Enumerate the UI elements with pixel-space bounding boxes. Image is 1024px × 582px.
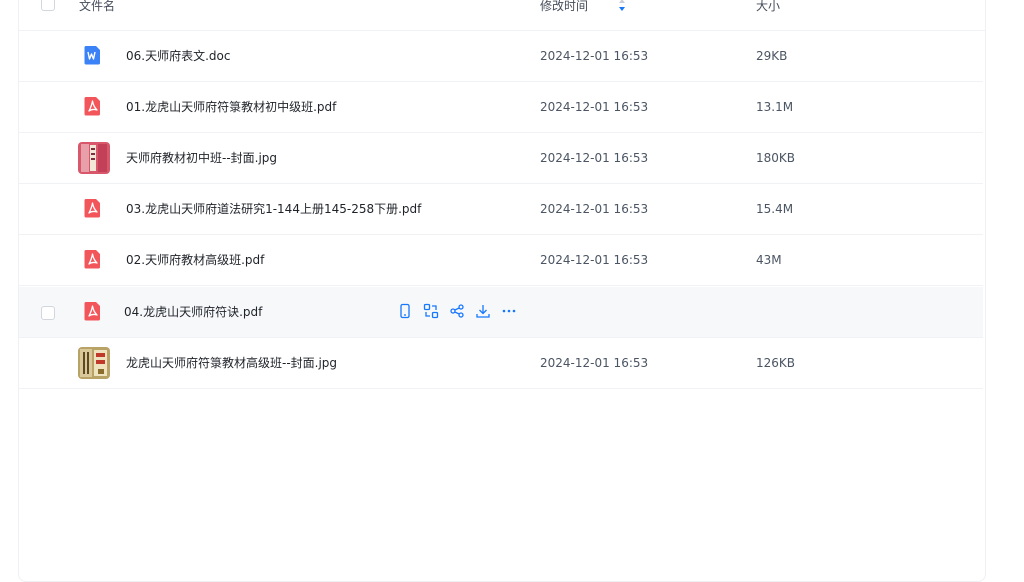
file-name[interactable]: 04.龙虎山天师府符诀.pdf	[124, 304, 262, 320]
column-header-name[interactable]: 文件名	[79, 0, 115, 14]
table-row[interactable]: 02.天师府教材高级班.pdf 2024-12-01 16:53 43M	[19, 235, 983, 286]
table-row[interactable]: 03.龙虎山天师府道法研究1-144上册145-258下册.pdf 2024-1…	[19, 184, 983, 235]
table-row[interactable]: 龙虎山天师府符箓教材高级班--封面.jpg 2024-12-01 16:53 1…	[19, 338, 983, 389]
row-checkbox[interactable]	[41, 306, 55, 320]
phone-icon[interactable]	[397, 303, 413, 319]
pdf-icon	[84, 302, 100, 321]
file-name[interactable]: 06.天师府表文.doc	[126, 48, 230, 64]
word-icon	[84, 46, 100, 65]
table-row[interactable]: 01.龙虎山天师府符箓教材初中级班.pdf 2024-12-01 16:53 1…	[19, 82, 983, 133]
file-name[interactable]: 03.龙虎山天师府道法研究1-144上册145-258下册.pdf	[126, 201, 421, 217]
pdf-icon	[84, 97, 100, 116]
image-thumbnail	[78, 142, 110, 174]
table-row[interactable]: 天师府教材初中班--封面.jpg 2024-12-01 16:53 180KB	[19, 133, 983, 184]
file-size: 29KB	[756, 49, 788, 63]
file-modified-date: 2024-12-01 16:53	[540, 100, 649, 114]
file-name[interactable]: 龙虎山天师府符箓教材高级班--封面.jpg	[126, 355, 337, 371]
sort-icon[interactable]	[617, 0, 627, 12]
table-row-hovered[interactable]: 04.龙虎山天师府符诀.pdf	[19, 287, 983, 338]
file-size: 126KB	[756, 356, 796, 370]
share-icon[interactable]	[449, 303, 465, 319]
file-size: 15.4M	[756, 202, 794, 216]
file-modified-date: 2024-12-01 16:53	[540, 356, 649, 370]
column-header-modified[interactable]: 修改时间	[540, 0, 588, 14]
file-modified-date: 2024-12-01 16:53	[540, 49, 649, 63]
file-size: 13.1M	[756, 100, 794, 114]
file-name[interactable]: 02.天师府教材高级班.pdf	[126, 252, 264, 268]
file-name[interactable]: 天师府教材初中班--封面.jpg	[126, 150, 277, 166]
file-modified-date: 2024-12-01 16:53	[540, 151, 649, 165]
pdf-icon	[84, 250, 100, 269]
image-thumbnail	[78, 347, 110, 379]
more-icon[interactable]	[501, 303, 517, 319]
table-row[interactable]: 06.天师府表文.doc 2024-12-01 16:53 29KB	[19, 31, 983, 82]
download-icon[interactable]	[475, 303, 491, 319]
file-modified-date: 2024-12-01 16:53	[540, 202, 649, 216]
file-name[interactable]: 01.龙虎山天师府符箓教材初中级班.pdf	[126, 99, 336, 115]
select-all-checkbox[interactable]	[41, 0, 55, 11]
file-modified-date: 2024-12-01 16:53	[540, 253, 649, 267]
pdf-icon	[84, 199, 100, 218]
column-header-size[interactable]: 大小	[756, 0, 780, 14]
convert-icon[interactable]	[423, 303, 439, 319]
table-header: 文件名 修改时间 大小	[19, 0, 985, 31]
file-size: 43M	[756, 253, 782, 267]
file-size: 180KB	[756, 151, 796, 165]
